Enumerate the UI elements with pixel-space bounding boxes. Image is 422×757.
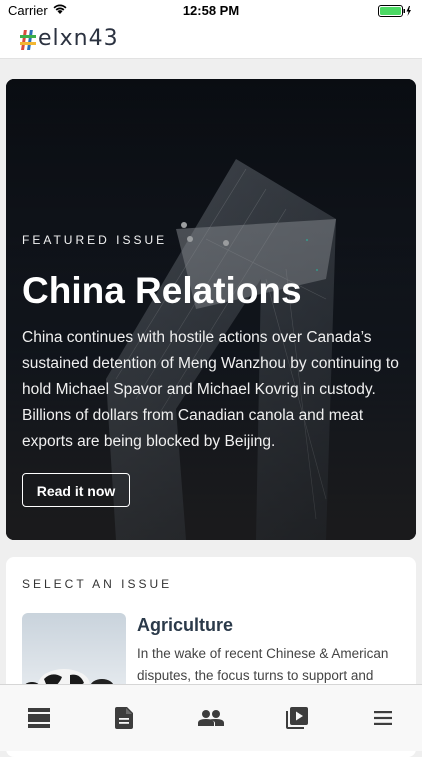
tab-feed[interactable] — [19, 705, 59, 731]
hashtag-logo-icon — [20, 30, 36, 50]
logo-wordmark: elxn43 — [38, 26, 119, 51]
issue-title-agriculture[interactable]: Agriculture — [137, 615, 233, 636]
bottom-tab-bar — [0, 684, 422, 751]
select-issue-heading: SELECT AN ISSUE — [22, 577, 173, 591]
people-icon — [198, 710, 224, 726]
tab-videos[interactable] — [277, 705, 317, 731]
issue-description-agriculture: In the wake of recent Chinese & American… — [137, 646, 389, 683]
app-header: elxn43 — [0, 22, 422, 59]
featured-description: China continues with hostile actions ove… — [22, 329, 399, 450]
tab-documents[interactable] — [104, 705, 144, 731]
document-icon — [115, 707, 133, 729]
video-library-icon — [286, 707, 308, 729]
read-it-now-button[interactable]: Read it now — [22, 473, 130, 507]
status-bar: Carrier 12:58 PM — [0, 0, 422, 22]
tab-menu[interactable] — [363, 705, 403, 731]
featured-kicker: FEATURED ISSUE — [22, 233, 168, 247]
tab-candidates[interactable] — [191, 705, 231, 731]
featured-title: China Relations — [22, 270, 302, 311]
menu-icon — [374, 711, 392, 725]
feed-icon — [28, 708, 50, 728]
battery-icon — [378, 5, 411, 17]
clock: 12:58 PM — [182, 3, 240, 18]
featured-issue-card[interactable]: FEATURED ISSUE China Relations China con… — [6, 79, 416, 540]
